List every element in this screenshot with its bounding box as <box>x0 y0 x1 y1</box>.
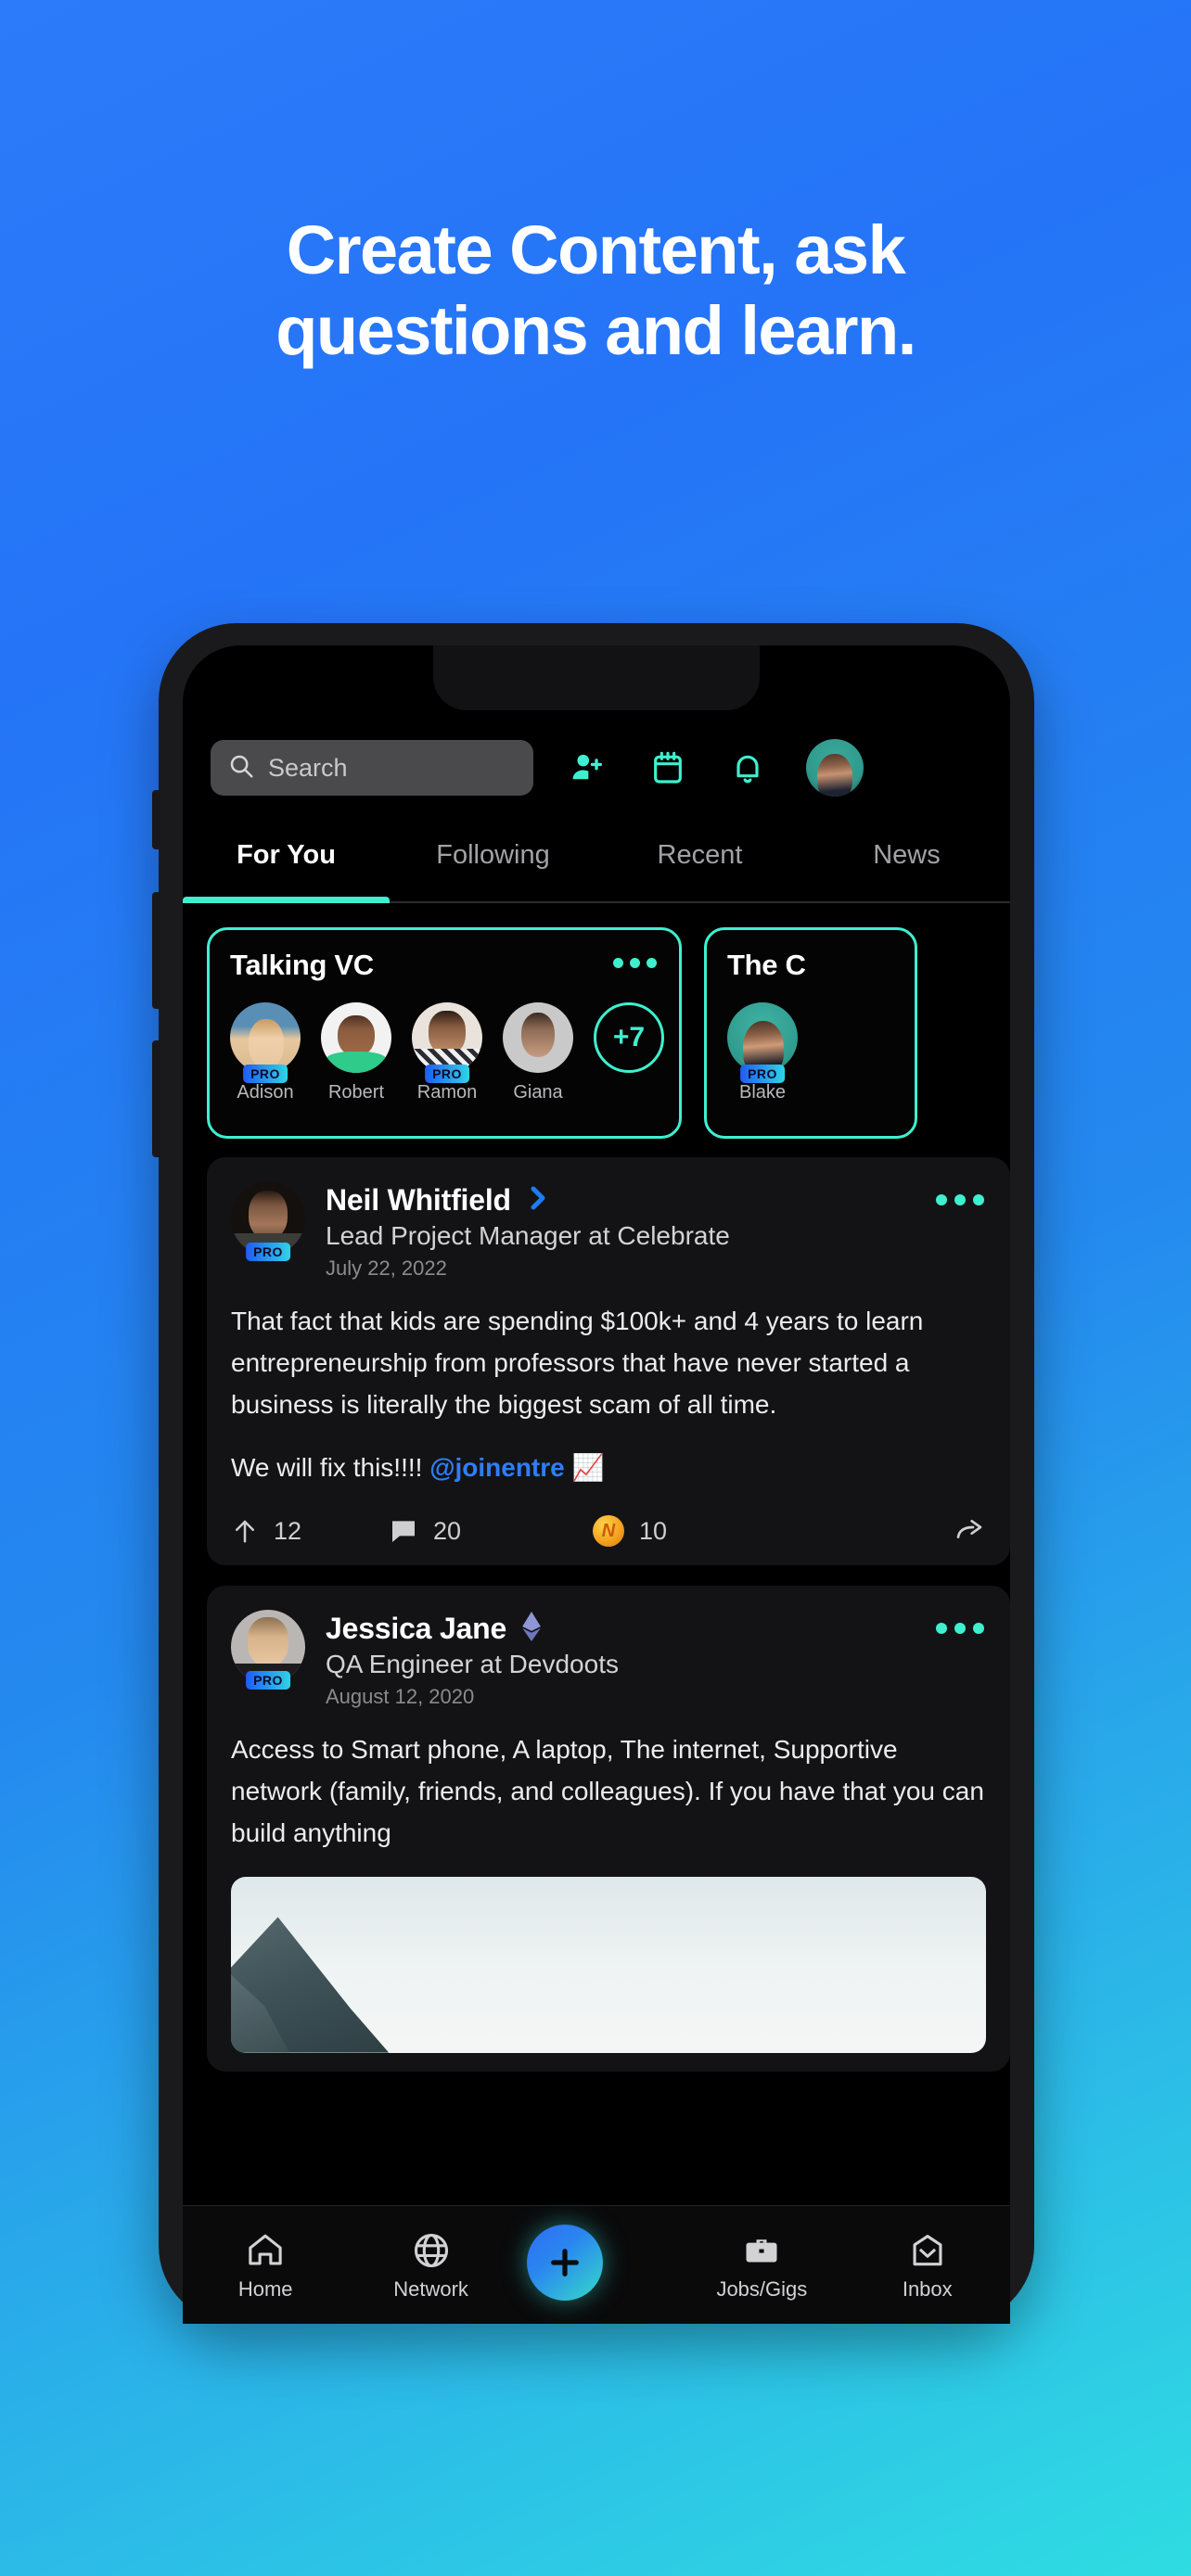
story-more-options-icon[interactable] <box>613 958 657 968</box>
coin-count: 10 <box>639 1516 668 1545</box>
pro-badge: PRO <box>243 1065 288 1083</box>
upvote-button[interactable]: 12 <box>231 1515 389 1547</box>
post-author-role: QA Engineer at Devdoots <box>326 1650 619 1679</box>
post-author-role: Lead Project Manager at Celebrate <box>326 1221 730 1250</box>
chart-increasing-emoji: 📈 <box>564 1453 605 1483</box>
phone-side-button-mute <box>152 790 160 849</box>
briefcase-icon <box>692 2229 831 2272</box>
pro-badge: PRO <box>740 1065 785 1083</box>
list-item[interactable]: Giana <box>503 1002 573 1103</box>
avatar[interactable] <box>806 739 864 797</box>
search-icon <box>227 752 255 784</box>
bell-icon[interactable] <box>726 746 769 789</box>
story-person-name: Robert <box>327 1082 385 1103</box>
story-person-name: Adison <box>237 1082 294 1103</box>
add-person-icon[interactable] <box>567 746 609 789</box>
story-title: The C <box>727 949 806 981</box>
story-card-the-c[interactable]: The C PRO Blake <box>704 927 917 1139</box>
avatar[interactable]: PRO <box>231 1610 305 1690</box>
post-card-jessica-jane[interactable]: PRO Jessica Jane QA Engineer at Devdoots… <box>207 1586 1010 2072</box>
home-icon <box>196 2229 335 2272</box>
post-author-name[interactable]: Jessica Jane <box>326 1612 506 1646</box>
tab-following[interactable]: Following <box>390 831 596 901</box>
post-body-prefix: We will fix this!!!! <box>231 1453 430 1483</box>
phone-screen: Search For You Following Recent News Tal… <box>183 645 1010 2324</box>
story-person-name: Ramon <box>416 1082 478 1103</box>
topbar-actions <box>567 739 864 797</box>
pro-badge: PRO <box>246 1671 290 1690</box>
post-header: PRO Neil Whitfield Lead Project Manager … <box>231 1181 986 1281</box>
inbox-icon <box>858 2229 997 2272</box>
post-more-options-icon[interactable] <box>936 1194 984 1205</box>
list-item[interactable]: PRO Blake <box>727 1002 798 1103</box>
nav-item-jobs[interactable]: Jobs/Gigs <box>692 2229 831 2302</box>
phone-side-button-volume-up <box>152 892 160 1009</box>
nav-item-inbox[interactable]: Inbox <box>858 2229 997 2302</box>
nav-label: Network <box>393 2276 468 2301</box>
tab-for-you[interactable]: For You <box>183 831 390 903</box>
comment-button[interactable]: 20 <box>389 1516 593 1546</box>
coin-icon: N <box>593 1515 624 1548</box>
post-author-name[interactable]: Neil Whitfield <box>326 1183 511 1218</box>
feed-tabs: For You Following Recent News <box>183 831 1010 903</box>
post-more-options-icon[interactable] <box>936 1623 984 1635</box>
nav-label: Inbox <box>902 2276 953 2301</box>
phone-side-button-volume-down <box>152 1040 160 1157</box>
pro-badge: PRO <box>246 1243 290 1261</box>
story-overflow-count[interactable]: +7 <box>594 1002 664 1103</box>
tab-recent[interactable]: Recent <box>596 831 803 901</box>
upvote-count: 12 <box>274 1516 302 1545</box>
post-mention-link[interactable]: @joinentre <box>429 1453 565 1482</box>
tab-news[interactable]: News <box>803 831 1010 901</box>
nav-item-create[interactable] <box>526 2224 666 2301</box>
post-header: PRO Jessica Jane QA Engineer at Devdoots… <box>231 1610 986 1709</box>
app-topbar: Search <box>183 725 1010 810</box>
search-input[interactable]: Search <box>211 740 533 796</box>
post-card-neil-whitfield[interactable]: PRO Neil Whitfield Lead Project Manager … <box>207 1157 1010 1566</box>
comment-count: 20 <box>433 1516 462 1545</box>
bottom-navigation: Home Network Jobs/Gigs Inbox <box>183 2205 1010 2324</box>
chevron-badge-icon <box>524 1184 552 1217</box>
post-body: Access to Smart phone, A laptop, The int… <box>231 1729 986 1854</box>
post-actions: 12 20 N 10 <box>231 1515 986 1548</box>
coin-button[interactable]: N 10 <box>593 1515 806 1548</box>
nav-item-network[interactable]: Network <box>362 2229 501 2302</box>
avatar[interactable]: PRO <box>231 1181 305 1261</box>
pro-badge: PRO <box>425 1065 469 1083</box>
list-item[interactable]: PRO Ramon <box>412 1002 482 1103</box>
post-body: That fact that kids are spending $100k+ … <box>231 1301 986 1489</box>
story-title: Talking VC <box>230 949 374 981</box>
hero-headline: Create Content, ask questions and learn. <box>0 210 1191 372</box>
nav-item-home[interactable]: Home <box>196 2229 335 2302</box>
calendar-icon[interactable] <box>647 746 689 789</box>
ethereum-badge-icon <box>519 1612 544 1646</box>
post-feed: PRO Neil Whitfield Lead Project Manager … <box>207 1157 1010 2092</box>
story-participants: PRO Blake <box>727 1002 894 1103</box>
story-person-name: Blake <box>738 1082 787 1103</box>
story-card-talking-vc[interactable]: Talking VC PRO Adison Robert PRO Ramon G… <box>207 927 682 1139</box>
nav-label: Jobs/Gigs <box>716 2276 808 2301</box>
nav-label: Home <box>237 2276 293 2301</box>
list-item[interactable]: Robert <box>321 1002 391 1103</box>
phone-notch <box>433 645 760 710</box>
share-button[interactable] <box>953 1516 986 1546</box>
story-person-name: Giana <box>513 1082 563 1103</box>
post-date: August 12, 2020 <box>326 1685 475 1709</box>
story-overflow-label: +7 <box>594 1002 664 1073</box>
search-placeholder: Search <box>268 753 348 782</box>
story-participants: PRO Adison Robert PRO Ramon Giana +7 <box>230 1002 664 1103</box>
globe-icon <box>362 2229 501 2272</box>
phone-mockup: Search For You Following Recent News Tal… <box>152 623 1034 2324</box>
post-date: July 22, 2022 <box>326 1256 447 1280</box>
post-image[interactable] <box>231 1876 986 2053</box>
post-body-paragraph: That fact that kids are spending $100k+ … <box>231 1307 924 1419</box>
list-item[interactable]: PRO Adison <box>230 1002 301 1103</box>
story-carousel[interactable]: Talking VC PRO Adison Robert PRO Ramon G… <box>207 927 1010 1139</box>
post-body-paragraph-2: We will fix this!!!! @joinentre 📈 <box>231 1447 986 1489</box>
hero-headline-line2: questions and learn. <box>275 292 916 370</box>
post-body-paragraph: Access to Smart phone, A laptop, The int… <box>231 1735 984 1847</box>
plus-fab-icon[interactable] <box>526 2224 603 2301</box>
hero-headline-line1: Create Content, ask <box>286 211 906 288</box>
